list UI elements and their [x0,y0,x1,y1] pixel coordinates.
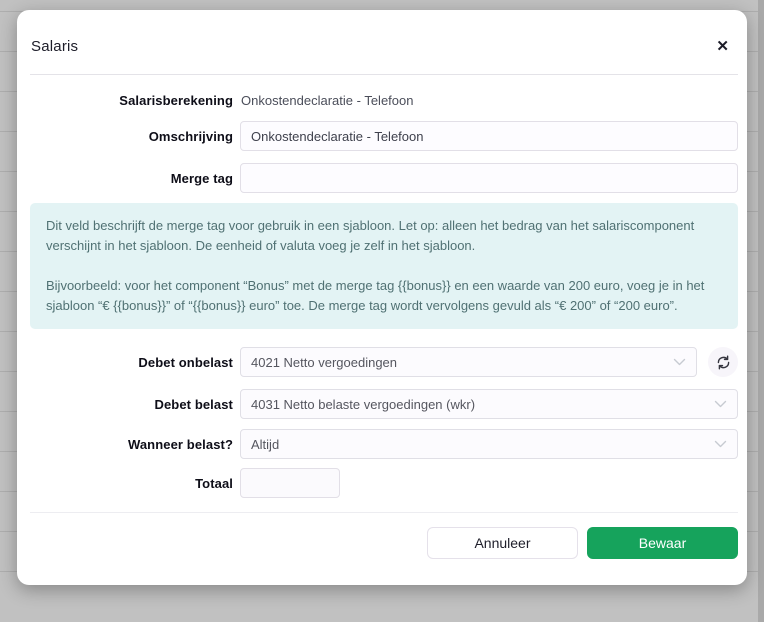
debet-onbelast-value: 4021 Netto vergoedingen [251,355,665,370]
wanneer-belast-label: Wanneer belast? [30,437,233,452]
wanneer-belast-value: Altijd [251,437,706,452]
wanneer-belast-select[interactable]: Altijd [240,429,738,459]
row-debet-belast: Debet belast 4031 Netto belaste vergoedi… [30,389,738,419]
modal-body: Salarisberekening Onkostendeclaratie - T… [17,75,747,498]
merge-tag-info-box: Dit veld beschrijft de merge tag voor ge… [30,203,738,329]
debet-belast-value: 4031 Netto belaste vergoedingen (wkr) [251,397,706,412]
debet-belast-select[interactable]: 4031 Netto belaste vergoedingen (wkr) [240,389,738,419]
save-button[interactable]: Bewaar [587,527,738,559]
row-totaal: Totaal [30,468,738,498]
row-debet-onbelast: Debet onbelast 4021 Netto vergoedingen [30,347,738,377]
modal-title: Salaris [31,38,78,55]
row-wanneer-belast: Wanneer belast? Altijd [30,429,738,459]
totaal-input[interactable] [240,468,340,498]
salaris-modal: Salaris ✕ Salarisberekening Onkostendecl… [17,10,747,585]
totaal-label: Totaal [30,476,233,491]
close-icon: ✕ [716,38,729,55]
debet-onbelast-label: Debet onbelast [30,355,233,370]
omschrijving-label: Omschrijving [30,129,233,144]
info-paragraph-2: Bijvoorbeeld: voor het component “Bonus”… [46,276,722,316]
chevron-down-icon [673,358,686,367]
background-scrollbar [758,0,764,622]
debet-belast-label: Debet belast [30,397,233,412]
row-merge-tag: Merge tag [30,163,738,193]
close-button[interactable]: ✕ [710,35,735,58]
debet-onbelast-select[interactable]: 4021 Netto vergoedingen [240,347,697,377]
salarisberekening-value: Onkostendeclaratie - Telefoon [240,93,738,108]
merge-tag-input[interactable] [240,163,738,193]
refresh-icon [715,354,732,371]
merge-tag-label: Merge tag [30,171,233,186]
row-omschrijving: Omschrijving [30,121,738,151]
chevron-down-icon [714,400,727,409]
chevron-down-icon [714,440,727,449]
modal-footer: Annuleer Bewaar [30,512,738,559]
refresh-accounts-button[interactable] [708,347,738,377]
modal-header: Salaris ✕ [30,10,738,75]
salarisberekening-label: Salarisberekening [30,93,233,108]
cancel-button[interactable]: Annuleer [427,527,578,559]
row-salarisberekening: Salarisberekening Onkostendeclaratie - T… [30,88,738,112]
info-paragraph-1: Dit veld beschrijft de merge tag voor ge… [46,216,722,256]
omschrijving-input[interactable] [240,121,738,151]
